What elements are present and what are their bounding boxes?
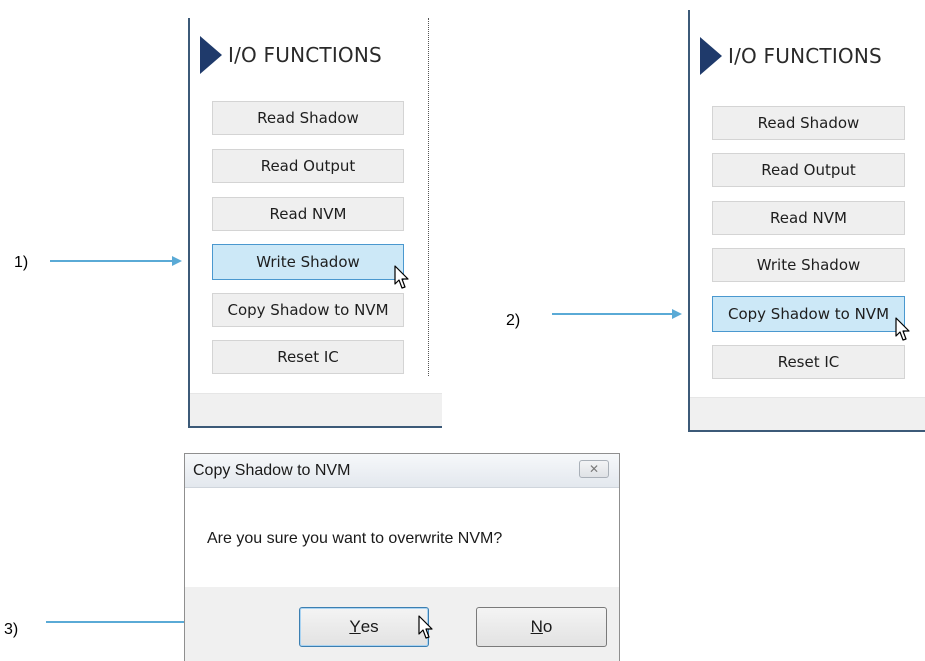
dialog-button-bar: Yes No bbox=[185, 587, 619, 661]
copy-shadow-to-nvm-button[interactable]: Copy Shadow to NVM bbox=[712, 296, 905, 332]
read-output-button[interactable]: Read Output bbox=[212, 149, 404, 183]
read-nvm-button[interactable]: Read NVM bbox=[212, 197, 404, 231]
no-mnemonic: N bbox=[530, 617, 543, 636]
callout-arrow-icon bbox=[552, 309, 682, 319]
panel-title: I/O FUNCTIONS bbox=[700, 37, 882, 75]
reset-ic-button[interactable]: Reset IC bbox=[212, 340, 404, 374]
write-shadow-button[interactable]: Write Shadow bbox=[712, 248, 905, 282]
io-functions-panel-1: I/O FUNCTIONS Read Shadow Read Output Re… bbox=[188, 18, 442, 428]
panel-border bbox=[690, 430, 925, 432]
panel-title-text: I/O FUNCTIONS bbox=[228, 43, 382, 67]
panel-title-text: I/O FUNCTIONS bbox=[728, 44, 882, 68]
yes-button[interactable]: Yes bbox=[299, 607, 429, 647]
step-label-1: 1) bbox=[14, 254, 29, 271]
no-button[interactable]: No bbox=[476, 607, 607, 647]
panel-border bbox=[688, 10, 690, 432]
copy-shadow-to-nvm-button[interactable]: Copy Shadow to NVM bbox=[212, 293, 404, 327]
triangle-marker-icon bbox=[700, 37, 722, 75]
panel-border bbox=[188, 18, 190, 428]
panel-title: I/O FUNCTIONS bbox=[200, 36, 382, 74]
close-button[interactable]: ✕ bbox=[579, 460, 609, 478]
panel-footer bbox=[190, 393, 442, 428]
triangle-marker-icon bbox=[200, 36, 222, 74]
no-label: o bbox=[542, 617, 553, 636]
panel-footer bbox=[690, 397, 925, 432]
read-nvm-button[interactable]: Read NVM bbox=[712, 201, 905, 235]
dialog-title: Copy Shadow to NVM bbox=[193, 462, 351, 479]
io-functions-panel-2: I/O FUNCTIONS Read Shadow Read Output Re… bbox=[688, 10, 925, 432]
read-output-button[interactable]: Read Output bbox=[712, 153, 905, 187]
step-label-2: 2) bbox=[506, 312, 521, 329]
confirm-dialog: Copy Shadow to NVM ✕ Are you sure you wa… bbox=[184, 453, 620, 661]
dialog-titlebar: Copy Shadow to NVM ✕ bbox=[185, 454, 619, 488]
callout-arrow-icon bbox=[50, 256, 182, 266]
write-shadow-button[interactable]: Write Shadow bbox=[212, 244, 404, 280]
step-label-3: 3) bbox=[4, 621, 19, 638]
dialog-message: Are you sure you want to overwrite NVM? bbox=[207, 530, 503, 547]
close-icon: ✕ bbox=[588, 462, 600, 476]
reset-ic-button[interactable]: Reset IC bbox=[712, 345, 905, 379]
panel-divider bbox=[428, 18, 429, 376]
yes-label: es bbox=[360, 617, 379, 636]
panel-border bbox=[190, 426, 442, 428]
read-shadow-button[interactable]: Read Shadow bbox=[212, 101, 404, 135]
read-shadow-button[interactable]: Read Shadow bbox=[712, 106, 905, 140]
yes-mnemonic: Y bbox=[349, 617, 361, 636]
